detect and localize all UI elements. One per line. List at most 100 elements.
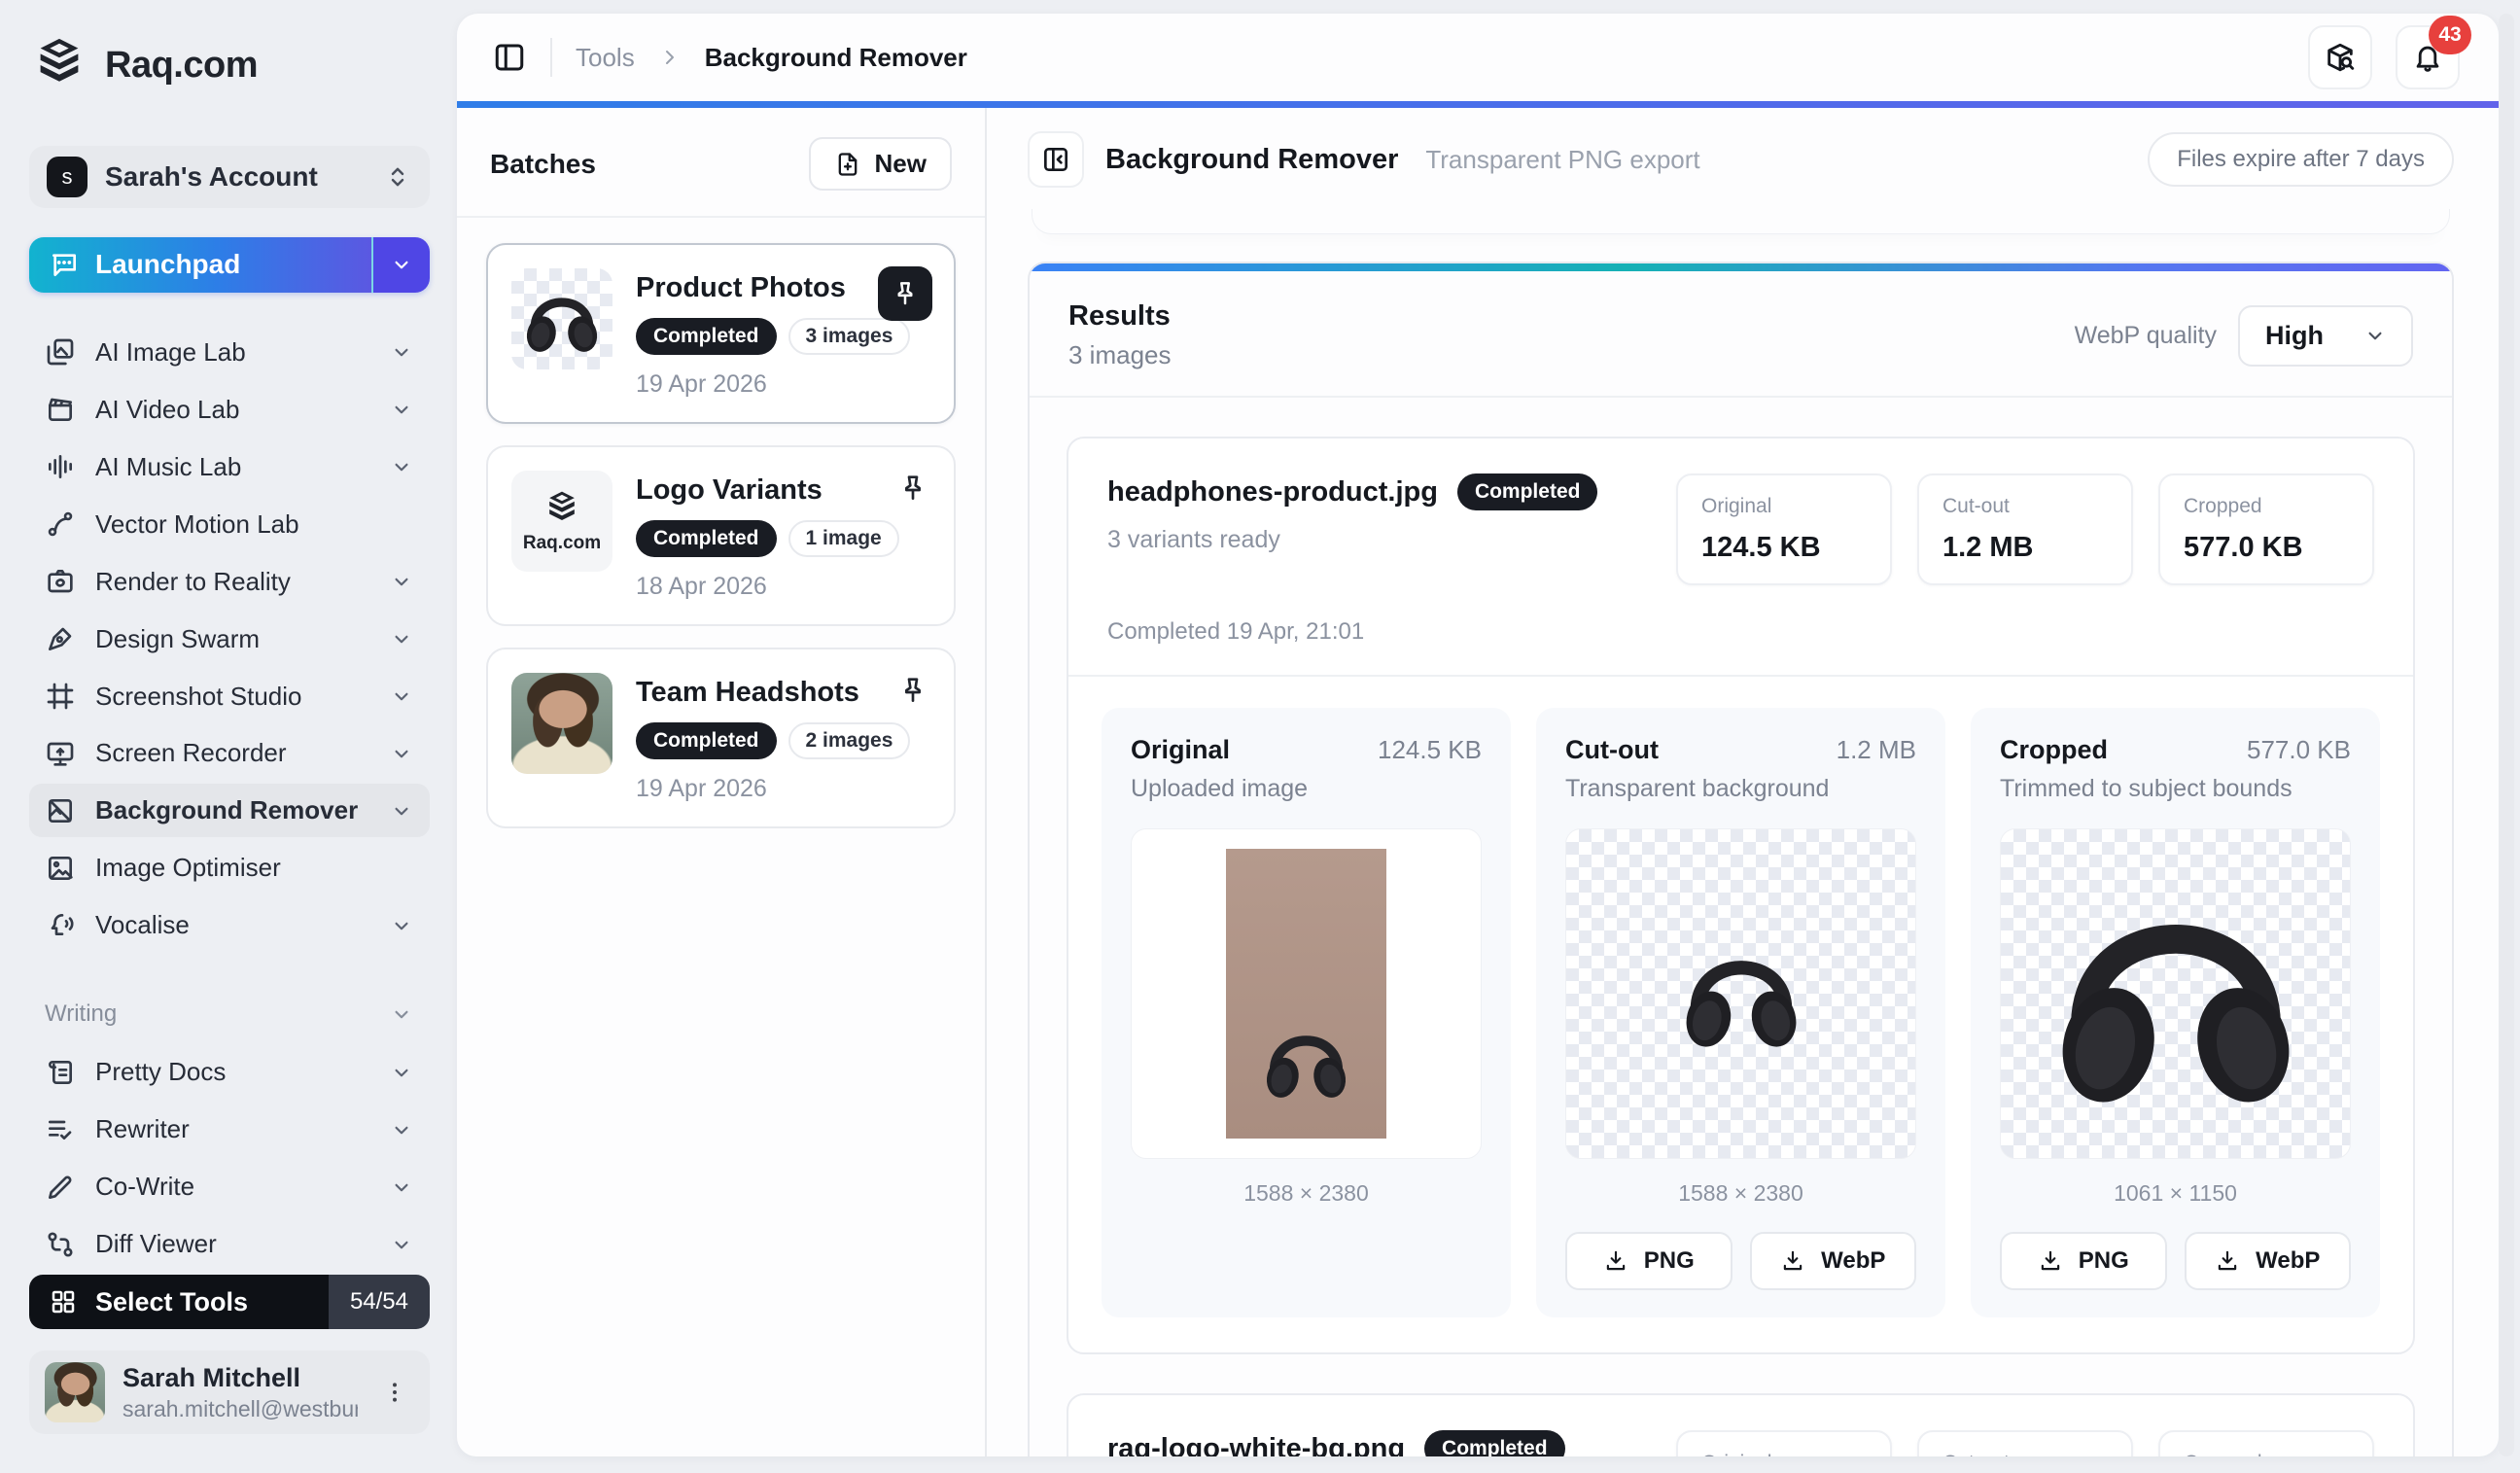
select-tools-button[interactable]: Select Tools 54/54 (29, 1275, 430, 1329)
app-logo: Raq.com (29, 35, 430, 95)
scroll-text-icon (45, 1057, 76, 1088)
new-batch-button[interactable]: New (809, 137, 952, 191)
pin-button[interactable] (897, 473, 928, 504)
sidebar-item-screen-recorder[interactable]: Screen Recorder (29, 727, 430, 781)
images-icon (45, 336, 76, 368)
download-webp-button[interactable]: WebP (1750, 1232, 1917, 1290)
sidebar-item-co-write[interactable]: Co-Write (29, 1160, 430, 1213)
sidebar-item-pretty-docs[interactable]: Pretty Docs (29, 1045, 430, 1099)
user-email: sarah.mitchell@westbur... (122, 1396, 358, 1422)
tool-header: Background Remover Transparent PNG expor… (1028, 108, 2454, 209)
variants-row: Original 124.5 KB Uploaded image (1068, 677, 2413, 1352)
account-avatar: s (47, 157, 88, 197)
status-badge: Completed (636, 520, 777, 557)
image-dimensions: 1061 × 1150 (2000, 1180, 2351, 1207)
header-accent-bar (457, 101, 2499, 108)
batch-info: Team Headshots Completed 2 images 19 Apr… (636, 673, 930, 803)
sidebar-item-ai-video-lab[interactable]: AI Video Lab (29, 383, 430, 437)
pin-button[interactable] (878, 266, 932, 321)
app-frame: Tools Background Remover 43 Batches New (457, 14, 2499, 1456)
batch-card-logo-variants[interactable]: Raq.com Logo Variants Completed 1 image … (486, 445, 956, 626)
message-icon (49, 249, 80, 280)
chevron-down-icon (389, 798, 414, 824)
batch-card-team-headshots[interactable]: Team Headshots Completed 2 images 19 Apr… (486, 648, 956, 828)
chevron-down-icon (389, 626, 414, 651)
batch-thumbnail: Raq.com (511, 471, 612, 572)
sidebar: Raq.com s Sarah's Account Launchpad AI I (0, 0, 457, 1473)
chevron-down-icon (389, 1060, 414, 1085)
launchpad-main[interactable]: Launchpad (29, 237, 373, 293)
thumbnail-logo-text: Raq.com (523, 533, 601, 554)
batches-header: Batches New (457, 108, 985, 218)
image-count-badge: 1 image (788, 520, 899, 557)
batch-info: Logo Variants Completed 1 image 18 Apr 2… (636, 471, 930, 601)
download-webp-button[interactable]: WebP (2185, 1232, 2352, 1290)
sidebar-item-image-optimiser[interactable]: Image Optimiser (29, 841, 430, 894)
image-count-badge: 2 images (788, 722, 911, 759)
image-dimensions: 1588 × 2380 (1565, 1180, 1916, 1207)
new-batch-label: New (875, 149, 927, 179)
launchpad-button[interactable]: Launchpad (29, 237, 430, 293)
account-switcher[interactable]: s Sarah's Account (29, 146, 430, 208)
batch-card-product-photos[interactable]: Product Photos Completed 3 images 19 Apr… (486, 243, 956, 424)
scrolled-card-edge (1032, 209, 2450, 234)
pin-button[interactable] (897, 675, 928, 706)
launchpad-expand-button[interactable] (373, 237, 430, 293)
stat-original: Original 175.2 KB (1676, 1430, 1892, 1456)
chevron-right-icon (658, 46, 682, 69)
package-search-button[interactable] (2308, 25, 2372, 89)
camera-rotate-icon (45, 566, 76, 597)
clapperboard-icon (45, 394, 76, 425)
sidebar-toggle-icon[interactable] (492, 40, 527, 75)
tool-main: Background Remover Transparent PNG expor… (987, 108, 2499, 1456)
scrollbar[interactable] (2499, 14, 2514, 1456)
sidebar-item-label: Screenshot Studio (95, 682, 369, 712)
tool-subtitle: Transparent PNG export (1425, 145, 1699, 175)
sidebar-item-background-remover[interactable]: Background Remover (29, 784, 430, 837)
completed-timestamp: Completed 19 Apr, 21:01 (1068, 585, 2413, 675)
sidebar-item-ai-image-lab[interactable]: AI Image Lab (29, 326, 430, 379)
file-plus-icon (834, 151, 861, 178)
voice-icon (45, 910, 76, 941)
sidebar-item-diff-viewer[interactable]: Diff Viewer (29, 1217, 430, 1271)
more-options-icon[interactable] (375, 1373, 414, 1412)
frame-icon (45, 681, 76, 712)
notification-count-badge: 43 (2429, 16, 2471, 54)
sidebar-item-label: AI Image Lab (95, 337, 369, 368)
collapse-panel-button[interactable] (1028, 131, 1084, 188)
sidebar-item-label: Rewriter (95, 1114, 369, 1144)
webp-quality-label: WebP quality (2075, 322, 2217, 350)
sidebar-item-rewriter[interactable]: Rewriter (29, 1103, 430, 1156)
cropped-preview (2000, 828, 2351, 1159)
batch-date: 19 Apr 2026 (636, 370, 930, 399)
spline-icon (45, 509, 76, 540)
results-header: Results 3 images WebP quality High (1030, 271, 2452, 396)
chevron-down-icon (389, 1117, 414, 1142)
cutout-preview (1565, 828, 1916, 1159)
layers-logo-icon (29, 35, 89, 95)
writing-section-header[interactable]: Writing (45, 1000, 414, 1028)
chevron-down-icon (389, 454, 414, 479)
sidebar-item-render-to-reality[interactable]: Render to Reality (29, 555, 430, 609)
select-tools-main: Select Tools (29, 1275, 329, 1329)
breadcrumb-tools[interactable]: Tools (576, 43, 635, 73)
top-bar: Tools Background Remover 43 (457, 14, 2499, 101)
sidebar-item-label: Image Optimiser (95, 853, 414, 883)
stat-cropped: Cropped 305.2 KB (2158, 1430, 2374, 1456)
batch-date: 18 Apr 2026 (636, 573, 930, 601)
sidebar-item-vector-motion-lab[interactable]: Vector Motion Lab (29, 498, 430, 551)
launchpad-label: Launchpad (95, 249, 240, 280)
sidebar-item-screenshot-studio[interactable]: Screenshot Studio (29, 670, 430, 723)
sidebar-item-ai-music-lab[interactable]: AI Music Lab (29, 440, 430, 494)
user-profile[interactable]: Sarah Mitchell sarah.mitchell@westbur... (29, 1350, 430, 1434)
webp-quality-select[interactable]: High (2238, 305, 2413, 367)
batches-panel: Batches New Product Photos (457, 108, 987, 1456)
sidebar-item-design-swarm[interactable]: Design Swarm (29, 613, 430, 666)
sidebar-item-vocalise[interactable]: Vocalise (29, 898, 430, 952)
notifications-button[interactable]: 43 (2396, 25, 2460, 89)
batch-title: Logo Variants (636, 474, 930, 507)
download-png-button[interactable]: PNG (1565, 1232, 1732, 1290)
image-icon (45, 853, 76, 884)
download-png-button[interactable]: PNG (2000, 1232, 2167, 1290)
tools-count-badge: 54/54 (329, 1275, 430, 1329)
